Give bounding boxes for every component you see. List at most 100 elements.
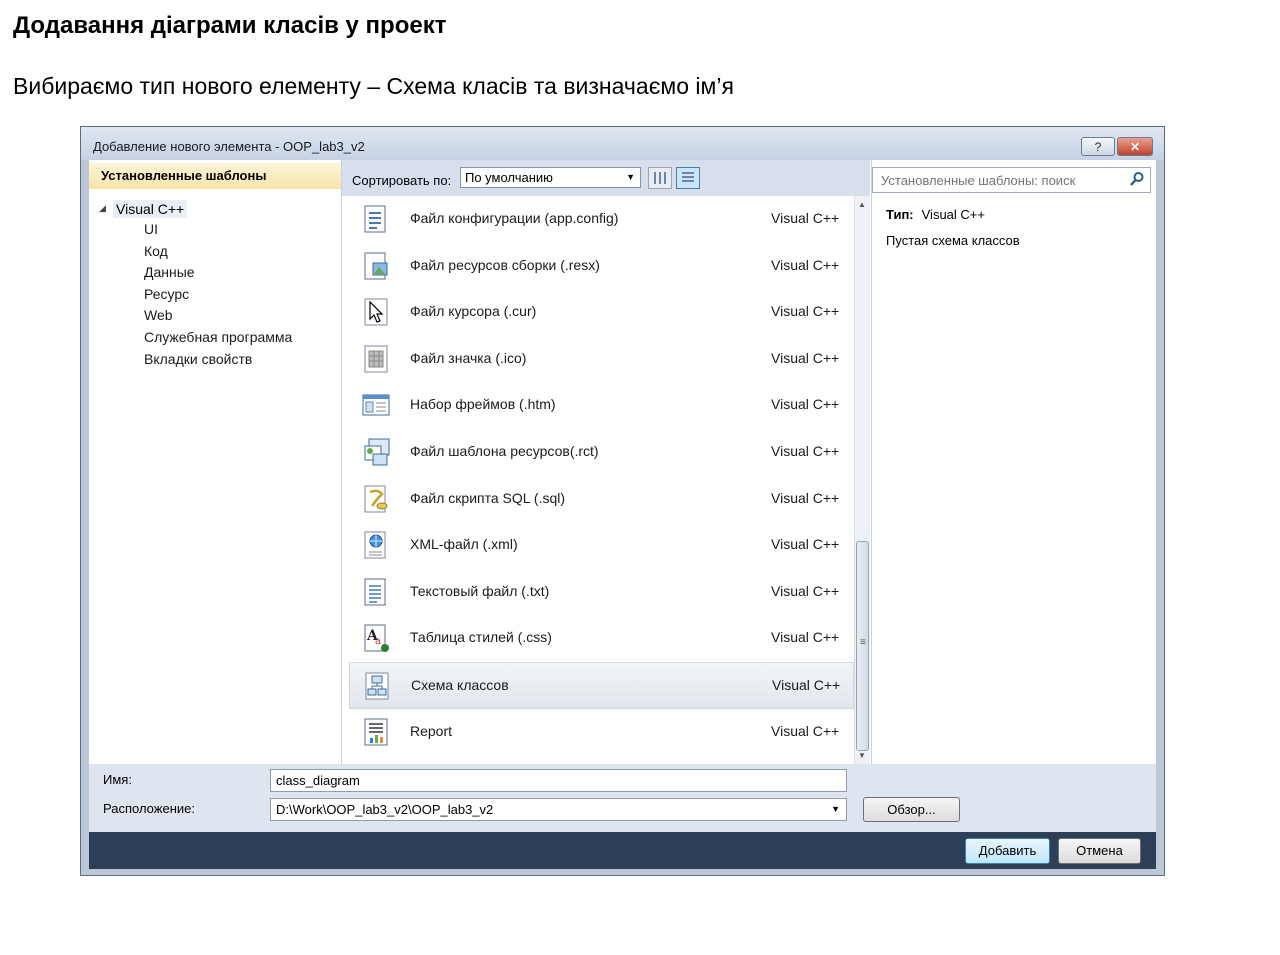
template-item[interactable]: Файл скрипта SQL (.sql) Visual C++ [349, 476, 854, 523]
template-name: Файл курсора (.cur) [410, 303, 537, 320]
template-name: Текстовый файл (.txt) [410, 582, 550, 599]
template-language: Visual C++ [771, 536, 840, 553]
template-language: Visual C++ [771, 443, 840, 459]
add-new-item-dialog: Добавление нового элемента - OOP_lab3_v2… [80, 126, 1165, 876]
cursor-file-icon [364, 298, 388, 326]
template-item[interactable]: Файл конфигурации (app.config) Visual C++ [349, 196, 854, 243]
tree-item-data[interactable]: Данные [99, 262, 292, 284]
scroll-up-icon[interactable]: ▲ [858, 200, 866, 209]
search-input[interactable] [879, 168, 1123, 192]
help-button[interactable]: ? [1081, 137, 1115, 156]
sql-script-icon [364, 485, 388, 513]
installed-templates-header[interactable]: Установленные шаблоны [89, 163, 341, 189]
template-item[interactable]: XML-файл (.xml) Visual C++ [349, 522, 854, 569]
tree-item-visual-cpp[interactable]: ◢ Visual C++ [99, 198, 292, 219]
details-pane: Тип: Visual C++ Пустая схема классов [871, 160, 1156, 764]
item-form: Имя: Расположение: D:\Work\OOP_lab3_v2\O… [89, 764, 1156, 832]
tree-item-label: Visual C++ [113, 199, 188, 218]
template-name: Файл значка (.ico) [410, 349, 527, 366]
sort-dropdown[interactable]: По умолчанию ▼ [460, 167, 641, 188]
template-language: Visual C++ [771, 303, 840, 320]
template-language: Visual C++ [772, 677, 841, 693]
template-name: XML-файл (.xml) [410, 536, 518, 553]
medium-icons-view-button[interactable] [648, 167, 672, 189]
template-language: Visual C++ [771, 210, 840, 226]
template-name: Файл конфигурации (app.config) [410, 210, 619, 226]
resource-template-icon [364, 438, 390, 466]
template-item[interactable]: Набор фреймов (.htm) Visual C++ [349, 382, 854, 429]
template-name: Схема классов [411, 677, 509, 693]
tree-item-property-sheets[interactable]: Вкладки свойств [99, 349, 292, 371]
resx-file-icon [364, 252, 388, 280]
slide-title: Додавання діаграми класів у проект [13, 12, 447, 39]
slide-subtitle: Вибираємо тип нового елементу – Схема кл… [13, 73, 734, 99]
add-button[interactable]: Добавить [965, 838, 1050, 864]
template-item[interactable]: Текстовый файл (.txt) Visual C++ [349, 569, 854, 616]
template-name: Файл шаблона ресурсов(.rct) [410, 443, 599, 459]
template-description: Пустая схема классов [886, 233, 1020, 248]
scroll-grip-icon: ≡ [860, 637, 866, 648]
chevron-down-icon: ▼ [626, 172, 635, 182]
scroll-down-icon[interactable]: ▼ [858, 751, 866, 760]
tree-item-resource[interactable]: Ресурс [99, 284, 292, 306]
tree-item-code[interactable]: Код [99, 241, 292, 263]
cancel-button[interactable]: Отмена [1058, 838, 1141, 864]
template-item[interactable]: Схема классов Visual C++ [349, 662, 854, 709]
type-value: Visual C++ [921, 207, 985, 222]
list-view-button[interactable] [676, 167, 700, 189]
template-language: Visual C++ [771, 722, 840, 739]
template-item[interactable]: Файл значка (.ico) Visual C++ [349, 336, 854, 383]
scroll-thumb[interactable]: ≡ [856, 541, 869, 751]
search-field[interactable] [872, 167, 1151, 193]
sort-value: По умолчанию [465, 170, 553, 185]
dialog-body: Установленные шаблоны ◢ Visual C++ UI Ко… [89, 160, 1156, 832]
template-name: Файл скрипта SQL (.sql) [410, 489, 566, 506]
expand-arrow-icon[interactable]: ◢ [99, 203, 113, 214]
templates-scrollbar[interactable]: ▲ ≡ ▼ [854, 196, 870, 764]
template-item[interactable]: Файл шаблона ресурсов(.rct) Visual C++ [349, 429, 854, 476]
template-name: Набор фреймов (.htm) [410, 396, 556, 413]
svg-text:a: a [375, 636, 381, 647]
list-view-icon-bar [682, 180, 694, 182]
grid-view-icon-bar [664, 172, 666, 184]
tree-item-web[interactable]: Web [99, 305, 292, 327]
template-item[interactable]: Файл курсора (.cur) Visual C++ [349, 289, 854, 336]
tree-item-utility[interactable]: Служебная программа [99, 327, 292, 349]
search-icon[interactable] [1129, 171, 1145, 187]
text-file-icon [364, 578, 386, 606]
sort-toolbar: Сортировать по: По умолчанию ▼ [342, 160, 870, 196]
close-button[interactable]: ✕ [1117, 137, 1153, 156]
grid-view-icon-bar [659, 172, 661, 184]
type-label: Тип: [886, 207, 914, 222]
name-input[interactable] [270, 769, 847, 792]
chevron-down-icon[interactable]: ▼ [831, 799, 840, 820]
browse-button[interactable]: Обзор... [863, 797, 960, 822]
template-language: Visual C++ [771, 256, 840, 273]
templates-tree-pane: Установленные шаблоны ◢ Visual C++ UI Ко… [89, 160, 342, 764]
list-view-icon [682, 172, 694, 174]
frameset-file-icon [362, 394, 390, 416]
template-language: Visual C++ [771, 582, 840, 599]
location-combobox[interactable]: D:\Work\OOP_lab3_v2\OOP_lab3_v2 ▼ [270, 798, 847, 821]
list-view-icon-bar [682, 176, 694, 178]
template-name: Файл ресурсов сборки (.resx) [410, 256, 600, 273]
templates-list: Файл конфигурации (app.config) Visual C++… [342, 196, 854, 764]
templates-tree: ◢ Visual C++ UI Код Данные Ресурс Web Сл… [99, 198, 292, 370]
template-language: Visual C++ [771, 629, 840, 646]
location-label: Расположение: [103, 801, 195, 816]
templates-list-pane: Сортировать по: По умолчанию ▼ Файл конф… [342, 160, 870, 764]
dialog-titlebar: Добавление нового элемента - OOP_lab3_v2… [81, 127, 1164, 160]
template-item[interactable]: Report Visual C++ [349, 709, 854, 756]
dialog-title: Добавление нового элемента - OOP_lab3_v2 [93, 139, 365, 154]
template-language: Visual C++ [771, 489, 840, 506]
name-label: Имя: [103, 772, 132, 787]
xml-file-icon [364, 531, 386, 559]
tree-item-ui[interactable]: UI [99, 219, 292, 241]
sort-label: Сортировать по: [352, 173, 452, 188]
template-item[interactable]: Aa Таблица стилей (.css) Visual C++ [349, 615, 854, 662]
template-item[interactable]: Файл ресурсов сборки (.resx) Visual C++ [349, 243, 854, 290]
template-language: Visual C++ [771, 396, 840, 413]
grid-view-icon [654, 172, 656, 184]
config-file-icon [364, 205, 386, 233]
type-info: Тип: Visual C++ [886, 207, 985, 222]
